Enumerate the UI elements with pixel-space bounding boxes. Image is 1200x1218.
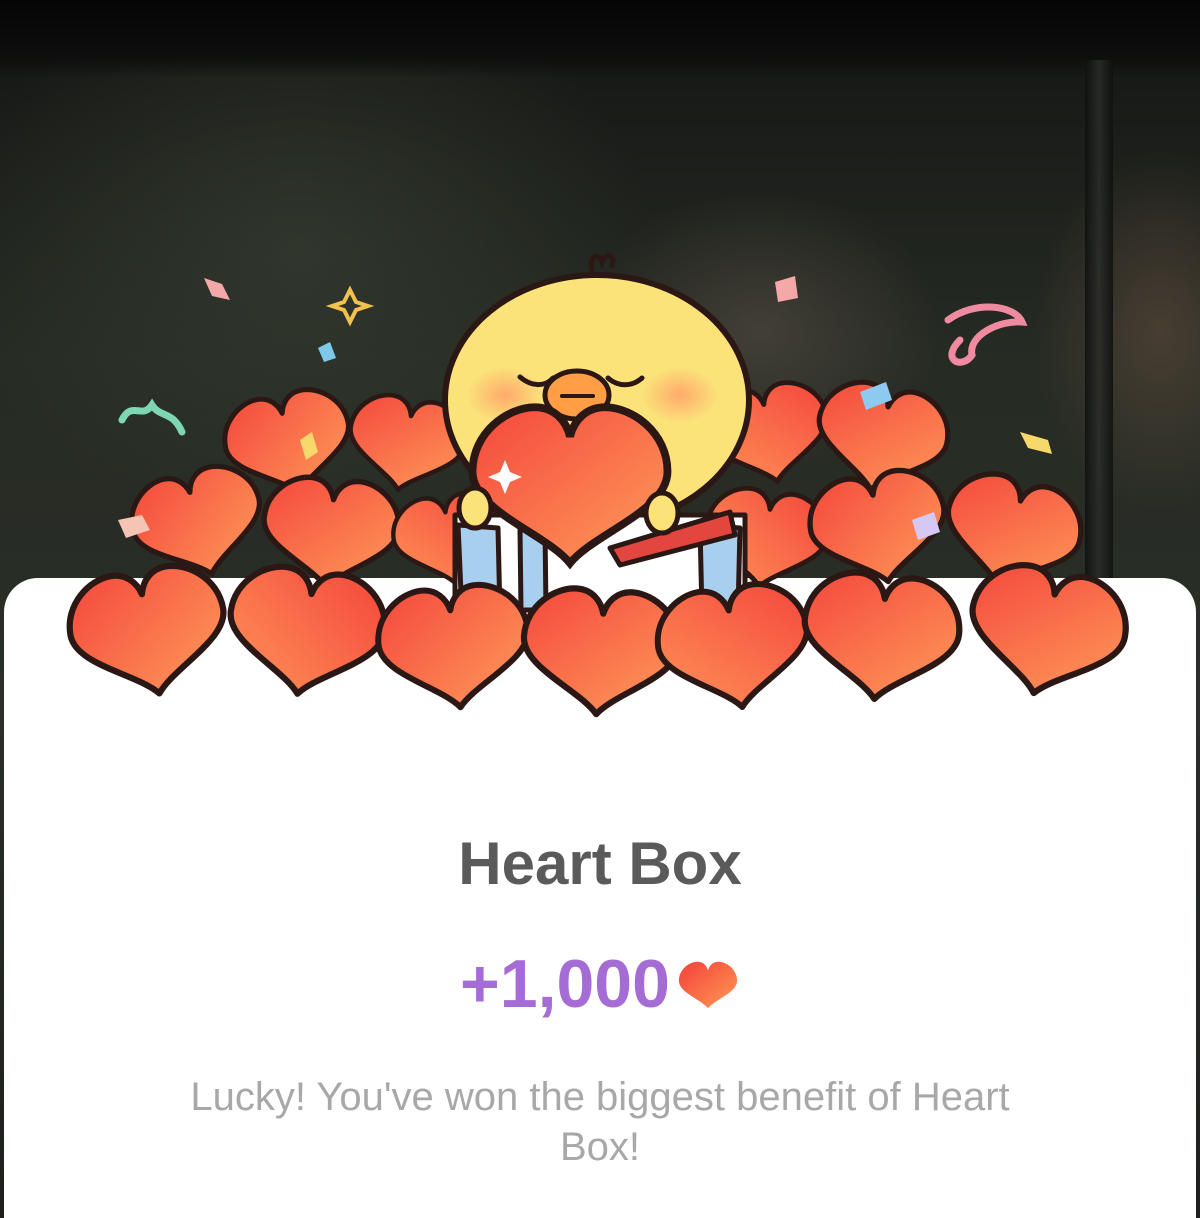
- popup-title: Heart Box: [458, 830, 742, 897]
- heart-icon: [678, 961, 738, 1009]
- reward-amount: +1,000: [460, 946, 670, 1022]
- reward-row: +1,000: [0, 944, 1200, 1024]
- heart-box-illustration: [0, 253, 1200, 760]
- popup-message: Lucky! You've won the biggest benefit of…: [190, 1075, 1010, 1169]
- top-bar: [0, 0, 1200, 78]
